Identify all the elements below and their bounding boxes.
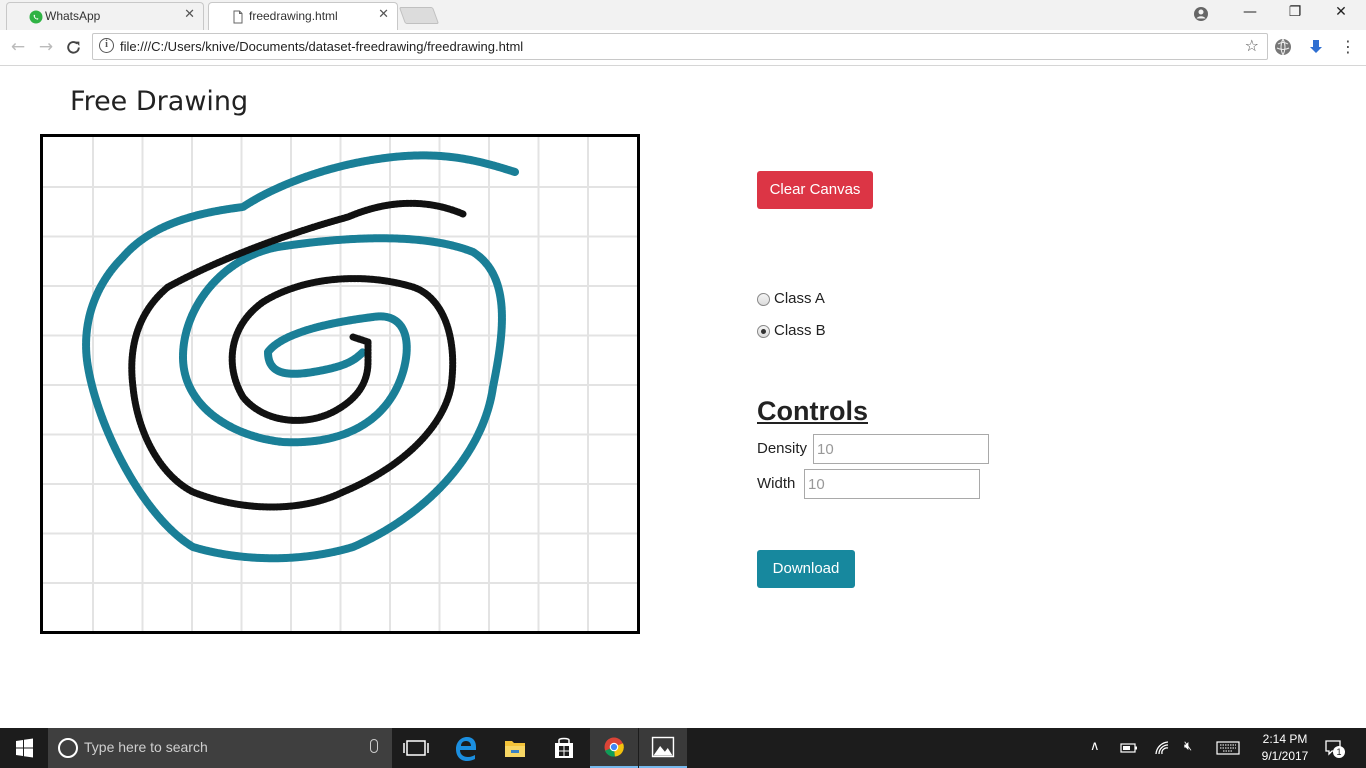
photos-icon[interactable] [639, 728, 687, 768]
wifi-icon[interactable] [1154, 740, 1170, 756]
download-extension-icon[interactable] [1307, 38, 1325, 56]
windows-taskbar: Type here to search ∧ 🔇︎ 2:14 PM 9/1/201… [0, 728, 1366, 768]
tab-close-icon[interactable]: ✕ [184, 7, 195, 22]
url-text[interactable]: file:///C:/Users/knive/Documents/dataset… [120, 39, 523, 54]
back-arrow-icon[interactable]: ← [8, 37, 28, 57]
tab-title: WhatsApp [45, 9, 101, 23]
menu-kebab-icon[interactable]: ⋮ [1338, 37, 1358, 56]
tab-freedrawing[interactable]: freedrawing.html ✕ [208, 2, 398, 30]
browser-toolbar: ← → i file:///C:/Users/knive/Documents/d… [0, 30, 1366, 66]
cortana-icon[interactable] [58, 738, 78, 758]
notification-count-badge: 1 [1333, 746, 1345, 758]
close-window-button[interactable]: ✕ [1331, 4, 1351, 20]
page-title: Free Drawing [70, 86, 249, 117]
drawn-strokes [82, 151, 519, 563]
radio-label[interactable]: Class B [774, 322, 826, 339]
tab-close-icon[interactable]: ✕ [378, 7, 389, 22]
controls-heading: Controls [757, 396, 868, 426]
keyboard-icon[interactable] [1216, 741, 1240, 755]
clock-time: 2:14 PM [1262, 732, 1308, 746]
download-button[interactable]: Download [757, 550, 855, 588]
windows-start-icon[interactable] [0, 728, 48, 768]
taskbar-clock[interactable]: 2:14 PM 9/1/2017 [1250, 731, 1320, 765]
microphone-icon[interactable] [370, 739, 378, 753]
density-input[interactable] [813, 434, 989, 464]
radio-label[interactable]: Class A [774, 290, 825, 307]
tab-title: freedrawing.html [249, 9, 338, 23]
edge-browser-icon[interactable] [442, 728, 490, 768]
taskbar-search-box[interactable]: Type here to search [48, 728, 392, 768]
action-center-icon[interactable]: 1 [1324, 738, 1345, 758]
volume-muted-icon[interactable]: 🔇︎ [1184, 739, 1192, 754]
density-label: Density [757, 440, 808, 457]
drawing-canvas[interactable] [40, 134, 640, 634]
width-label: Width [757, 475, 796, 492]
width-input[interactable] [804, 469, 980, 499]
globe-extension-icon[interactable] [1274, 38, 1292, 56]
forward-arrow-icon[interactable]: → [36, 37, 56, 57]
info-icon[interactable]: i [99, 38, 114, 53]
battery-icon[interactable] [1120, 742, 1138, 754]
clear-canvas-button[interactable]: Clear Canvas [757, 171, 873, 209]
clock-date: 9/1/2017 [1261, 749, 1309, 763]
radio-button[interactable] [757, 293, 770, 306]
document-icon [233, 10, 243, 24]
task-view-icon[interactable] [392, 728, 440, 768]
reload-icon[interactable] [65, 39, 82, 56]
file-explorer-icon[interactable] [491, 728, 539, 768]
search-placeholder[interactable]: Type here to search [84, 739, 208, 755]
radio-button[interactable] [757, 325, 770, 338]
browser-tab-strip: WhatsApp ✕ freedrawing.html ✕ — ❐ ✕ [0, 0, 1366, 30]
store-icon[interactable] [540, 728, 588, 768]
profile-icon[interactable] [1193, 6, 1209, 22]
whatsapp-icon [29, 10, 43, 24]
minimize-button[interactable]: — [1240, 4, 1260, 20]
tab-whatsapp[interactable]: WhatsApp ✕ [6, 2, 204, 30]
show-hidden-icons-chevron-icon[interactable]: ∧ [1090, 739, 1100, 754]
drawing-surface[interactable] [43, 137, 637, 631]
chrome-icon[interactable] [590, 728, 638, 768]
bookmark-star-icon[interactable]: ☆ [1245, 36, 1259, 55]
restore-button[interactable]: ❐ [1285, 4, 1305, 20]
new-tab-button[interactable] [398, 7, 440, 24]
address-bar[interactable]: i file:///C:/Users/knive/Documents/datas… [92, 33, 1268, 60]
